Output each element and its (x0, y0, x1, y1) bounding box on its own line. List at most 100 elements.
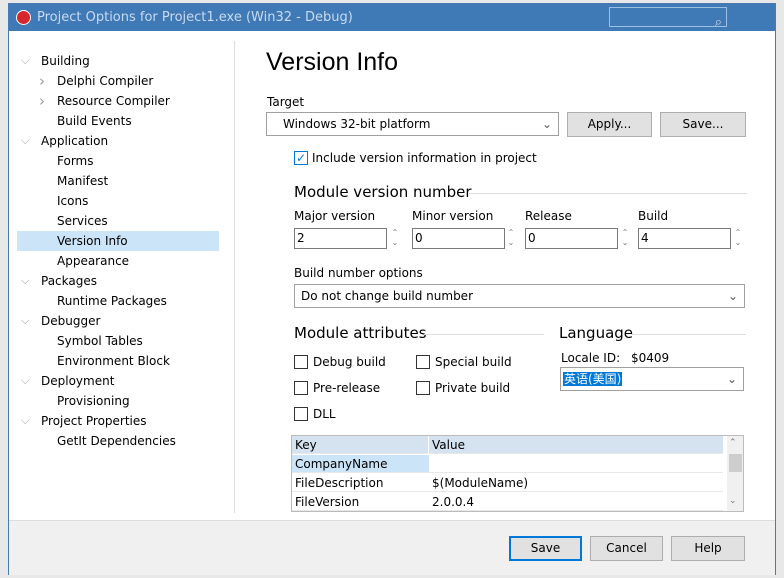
project-options-dialog: Project Options for Project1.exe (Win32 … (8, 3, 776, 575)
chevron-down-icon[interactable]: ⌵ (21, 51, 29, 71)
tree-item-packages[interactable]: ⌵ Packages (17, 271, 219, 291)
tree-item-building[interactable]: ⌵ Building (17, 51, 219, 71)
target-label: Target (267, 95, 305, 109)
minor-label: Minor version (412, 209, 494, 223)
tree-item-deployment[interactable]: ⌵ Deployment (17, 371, 219, 391)
module-version-heading: Module version number (294, 183, 472, 201)
chevron-right-icon[interactable]: › (39, 91, 45, 111)
grid-key-cell[interactable]: CompanyName (292, 455, 429, 473)
build-options-combo[interactable]: Do not change build number ⌄ (294, 284, 745, 308)
tree-item-appearance[interactable]: Appearance (17, 251, 219, 271)
save-target-button[interactable]: Save... (660, 112, 746, 137)
tree-item-label: Delphi Compiler (57, 74, 154, 88)
grid-value-cell[interactable] (429, 455, 723, 473)
scroll-down-icon[interactable]: ⌄ (729, 496, 737, 506)
page-title: Version Info (266, 48, 399, 76)
build-input[interactable]: 4 (638, 228, 731, 249)
special-build-label: Special build (435, 355, 512, 369)
tree-item-project-properties[interactable]: ⌵ Project Properties (17, 411, 219, 431)
grid-key-cell[interactable]: FileVersion (292, 493, 429, 511)
save-button[interactable]: Save (509, 536, 582, 561)
tree-item-label: Build Events (57, 114, 132, 128)
tree-item-debugger[interactable]: ⌵ Debugger (17, 311, 219, 331)
delphi-logo-icon (16, 10, 31, 25)
tree-item-label: Building (41, 54, 90, 68)
release-spinner[interactable]: ⌃ ⌄ (619, 228, 631, 249)
tree-item-delphi-compiler[interactable]: › Delphi Compiler (17, 71, 219, 91)
column-header-key[interactable]: Key (292, 436, 429, 454)
scroll-up-icon[interactable]: ⌃ (729, 438, 737, 448)
grid-value-cell[interactable]: 2.0.0.4 (429, 493, 723, 511)
tree-item-label: Symbol Tables (57, 334, 143, 348)
chevron-down-icon[interactable]: ⌵ (21, 131, 29, 151)
search-input[interactable]: ⌕ (609, 7, 727, 30)
tree-item-build-events[interactable]: Build Events (17, 111, 219, 131)
tree-item-provisioning[interactable]: Provisioning (17, 391, 219, 411)
tree-item-runtime-packages[interactable]: Runtime Packages (17, 291, 219, 311)
target-combo[interactable]: Windows 32-bit platform ⌄ (266, 112, 559, 136)
language-combo[interactable]: 英语(美国) ⌄ (560, 367, 744, 391)
minor-version-input[interactable]: 0 (412, 228, 505, 249)
build-spinner[interactable]: ⌃ ⌄ (732, 228, 744, 249)
tree-item-label: Version Info (57, 234, 128, 248)
tree-item-label: Deployment (41, 374, 115, 388)
tree-item-services[interactable]: Services (17, 211, 219, 231)
special-build-checkbox[interactable] (416, 355, 430, 369)
tree-item-manifest[interactable]: Manifest (17, 171, 219, 191)
cancel-button[interactable]: Cancel (590, 536, 663, 561)
tree-item-forms[interactable]: Forms (17, 151, 219, 171)
tree-item-label: Project Properties (41, 414, 147, 428)
grid-value-cell[interactable]: $(ModuleName) (429, 474, 723, 492)
debug-build-checkbox[interactable] (294, 355, 308, 369)
tree-item-label: GetIt Dependencies (57, 434, 176, 448)
splitter[interactable] (234, 41, 235, 513)
tree-item-environment-block[interactable]: Environment Block (17, 351, 219, 371)
dll-label: DLL (313, 407, 336, 421)
tree-item-symbol-tables[interactable]: Symbol Tables (17, 331, 219, 351)
grid-key-cell[interactable]: FileDescription (292, 474, 429, 492)
tree-item-version-info[interactable]: Version Info (17, 231, 219, 251)
tree-item-label: Appearance (57, 254, 130, 268)
tree-item-label: Resource Compiler (57, 94, 170, 108)
chevron-down-icon[interactable]: ⌵ (21, 271, 29, 291)
private-build-checkbox[interactable] (416, 381, 430, 395)
apply-button[interactable]: Apply... (567, 112, 652, 137)
help-button[interactable]: Help (671, 536, 745, 561)
language-heading: Language (559, 324, 634, 342)
column-header-value[interactable]: Value (429, 436, 723, 454)
search-icon: ⌕ (714, 15, 722, 30)
tree-item-getit-dependencies[interactable]: GetIt Dependencies (17, 431, 219, 451)
tree-item-label: Manifest (57, 174, 109, 188)
chevron-down-icon: ⌄ (726, 372, 737, 386)
module-attributes-heading: Module attributes (294, 324, 427, 342)
major-spinner[interactable]: ⌃ ⌄ (389, 228, 401, 249)
chevron-down-icon[interactable]: ⌵ (21, 411, 29, 431)
release-input[interactable]: 0 (525, 228, 618, 249)
target-value: Windows 32-bit platform (283, 117, 431, 131)
scroll-thumb[interactable] (729, 454, 742, 472)
title-bar: Project Options for Project1.exe (Win32 … (9, 4, 775, 31)
grid-scrollbar[interactable]: ⌃ ⌄ (727, 436, 743, 511)
tree-item-application[interactable]: ⌵ Application (17, 131, 219, 151)
tree-item-label: Debugger (41, 314, 101, 328)
tree-item-label: Runtime Packages (57, 294, 167, 308)
chevron-down-icon[interactable]: ⌵ (21, 311, 29, 331)
private-build-label: Private build (435, 381, 511, 395)
chevron-right-icon[interactable]: › (39, 71, 45, 91)
language-value: 英语(美国) (563, 372, 623, 386)
version-keys-grid[interactable]: Key Value CompanyName FileDescription $(… (291, 435, 744, 512)
include-version-label: Include version information in project (312, 151, 537, 165)
major-version-input[interactable]: 2 (294, 228, 387, 249)
include-version-checkbox[interactable]: ✓ (294, 151, 308, 165)
tree-item-label: Icons (57, 194, 89, 208)
tree-item-resource-compiler[interactable]: › Resource Compiler (17, 91, 219, 111)
tree-item-icons[interactable]: Icons (17, 191, 219, 211)
dll-checkbox[interactable] (294, 407, 308, 421)
tree-item-label: Forms (57, 154, 94, 168)
pre-release-label: Pre-release (313, 381, 381, 395)
chevron-down-icon: ⌄ (541, 117, 552, 131)
minor-spinner[interactable]: ⌃ ⌄ (505, 228, 517, 249)
pre-release-checkbox[interactable] (294, 381, 308, 395)
window-title: Project Options for Project1.exe (Win32 … (37, 10, 353, 25)
chevron-down-icon[interactable]: ⌵ (21, 371, 29, 391)
